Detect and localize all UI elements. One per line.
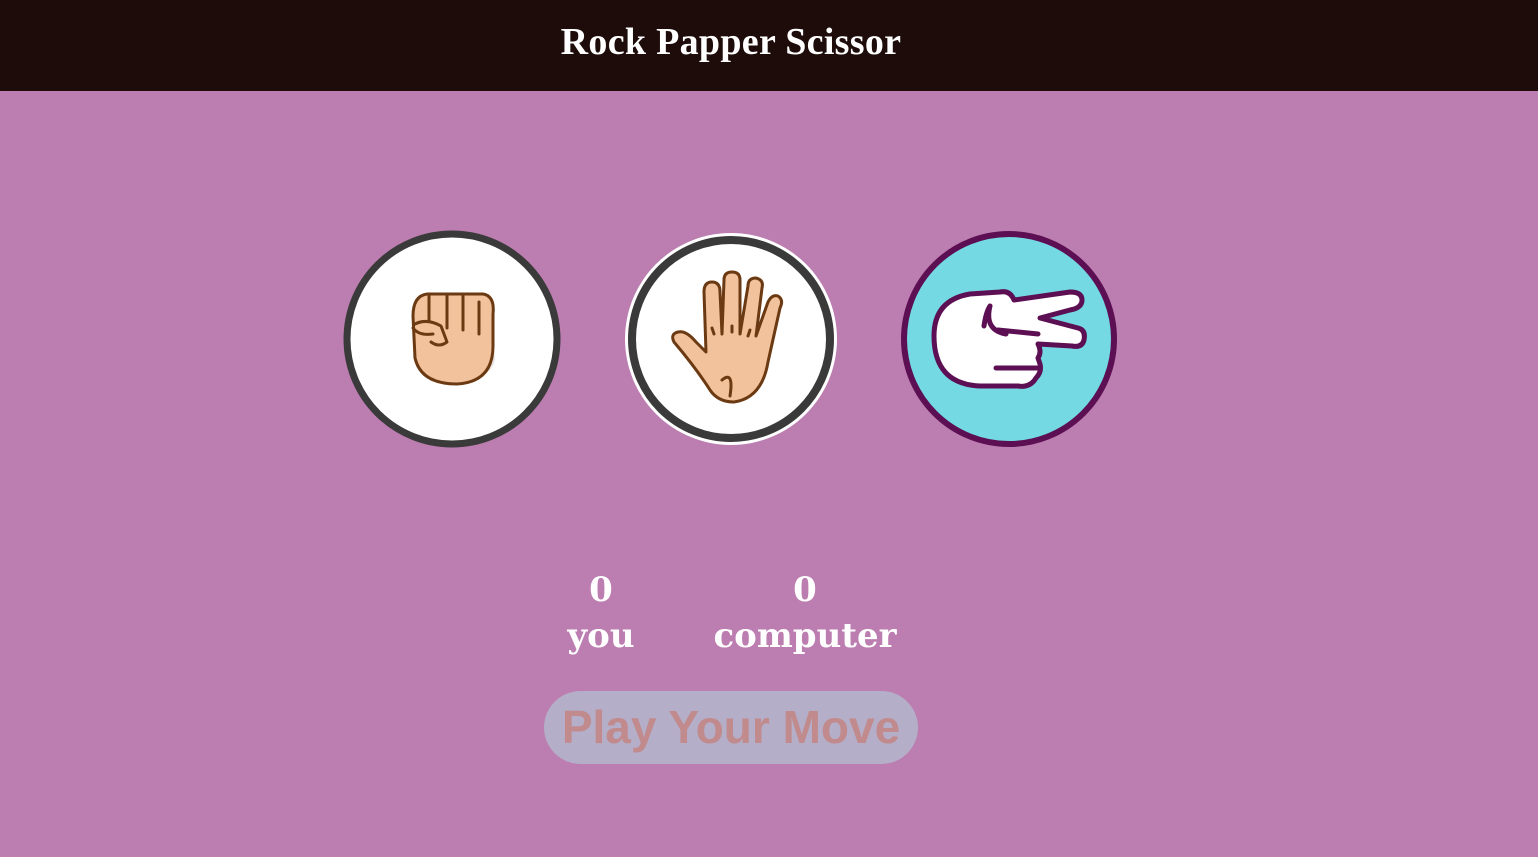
open-hand-icon [625, 233, 837, 445]
scoreboard: 0 you 0 computer [540, 568, 930, 668]
computer-score-block: 0 computer [710, 568, 900, 660]
choices-row [343, 230, 1123, 450]
computer-score-label: computer [713, 616, 897, 656]
user-score: 0 [589, 570, 613, 610]
scissor-choice[interactable] [900, 230, 1118, 448]
two-finger-hand-icon [901, 231, 1117, 447]
rock-choice[interactable] [343, 230, 561, 448]
page-title: Rock Papper Scissor [560, 20, 902, 63]
header-bar: Rock Papper Scissor [0, 0, 1538, 91]
computer-score: 0 [793, 570, 817, 610]
paper-choice[interactable] [622, 230, 840, 448]
user-score-label: you [567, 616, 635, 656]
play-message: Play Your Move [544, 691, 918, 764]
user-score-block: 0 you [540, 568, 662, 660]
fist-icon [343, 230, 561, 448]
